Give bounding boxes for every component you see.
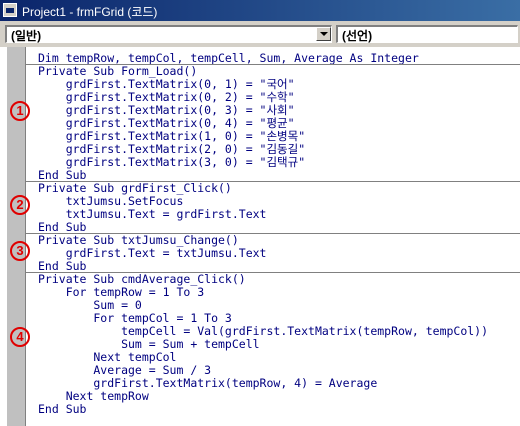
object-combo-value: (일반) bbox=[11, 29, 42, 43]
code-line[interactable]: Private Sub cmdAverage_Click() bbox=[38, 273, 246, 285]
procedure-separator bbox=[26, 64, 520, 65]
code-editor[interactable]: Dim tempRow, tempCol, tempCell, Sum, Ave… bbox=[0, 47, 520, 426]
code-line[interactable]: grdFirst.TextMatrix(2, 0) = "김동길" bbox=[38, 143, 305, 155]
code-line[interactable]: grdFirst.Text = txtJumsu.Text bbox=[38, 247, 267, 259]
code-line[interactable]: grdFirst.TextMatrix(0, 1) = "국어" bbox=[38, 78, 295, 90]
code-line[interactable]: Sum = Sum + tempCell bbox=[38, 338, 259, 350]
title-bar: Project1 - frmFGrid (코드) bbox=[0, 0, 520, 21]
code-line[interactable]: Sum = 0 bbox=[38, 299, 141, 311]
code-line[interactable]: End Sub bbox=[38, 260, 86, 272]
code-line[interactable]: grdFirst.TextMatrix(0, 3) = "사회" bbox=[38, 104, 295, 116]
code-window-icon bbox=[3, 3, 17, 17]
code-line[interactable]: grdFirst.TextMatrix(tempRow, 4) = Averag… bbox=[38, 377, 377, 389]
code-line[interactable]: Private Sub txtJumsu_Change() bbox=[38, 234, 239, 246]
procedure-combo-value: (선언) bbox=[342, 29, 373, 43]
procedure-separator bbox=[26, 233, 520, 234]
annotation-marker: 4 bbox=[10, 327, 30, 347]
code-area[interactable]: Dim tempRow, tempCol, tempCell, Sum, Ave… bbox=[26, 47, 520, 426]
annotation-marker: 3 bbox=[10, 241, 30, 261]
code-line[interactable]: grdFirst.TextMatrix(0, 2) = "수학" bbox=[38, 91, 295, 103]
code-line[interactable]: tempCell = Val(grdFirst.TextMatrix(tempR… bbox=[38, 325, 488, 337]
code-line[interactable]: For tempCol = 1 To 3 bbox=[38, 312, 232, 324]
annotation-marker: 2 bbox=[10, 195, 30, 215]
procedure-separator bbox=[26, 272, 520, 273]
code-line[interactable]: End Sub bbox=[38, 403, 86, 415]
code-line[interactable]: For tempRow = 1 To 3 bbox=[38, 286, 204, 298]
code-line[interactable]: Private Sub Form_Load() bbox=[38, 65, 197, 77]
code-line[interactable]: Average = Sum / 3 bbox=[38, 364, 211, 376]
annotation-marker: 1 bbox=[10, 101, 30, 121]
code-line[interactable]: grdFirst.TextMatrix(3, 0) = "김택규" bbox=[38, 156, 305, 168]
chevron-down-icon[interactable] bbox=[316, 27, 331, 41]
code-line[interactable]: grdFirst.TextMatrix(1, 0) = "손병목" bbox=[38, 130, 305, 142]
procedure-combo[interactable]: (선언) bbox=[336, 25, 518, 43]
combo-toolbar: (일반) (선언) bbox=[0, 21, 520, 47]
code-line[interactable]: Private Sub grdFirst_Click() bbox=[38, 182, 232, 194]
code-line[interactable]: txtJumsu.SetFocus bbox=[38, 195, 184, 207]
code-line[interactable]: Dim tempRow, tempCol, tempCell, Sum, Ave… bbox=[38, 52, 419, 64]
editor-gutter bbox=[0, 47, 7, 426]
code-line[interactable]: End Sub bbox=[38, 169, 86, 181]
window-title: Project1 - frmFGrid (코드) bbox=[22, 5, 158, 19]
code-line[interactable]: txtJumsu.Text = grdFirst.Text bbox=[38, 208, 267, 220]
code-line[interactable]: Next tempCol bbox=[38, 351, 176, 363]
code-line[interactable]: grdFirst.TextMatrix(0, 4) = "평균" bbox=[38, 117, 295, 129]
procedure-separator bbox=[26, 181, 520, 182]
object-combo[interactable]: (일반) bbox=[5, 25, 332, 43]
code-line[interactable]: Next tempRow bbox=[38, 390, 149, 402]
code-line[interactable]: End Sub bbox=[38, 221, 86, 233]
